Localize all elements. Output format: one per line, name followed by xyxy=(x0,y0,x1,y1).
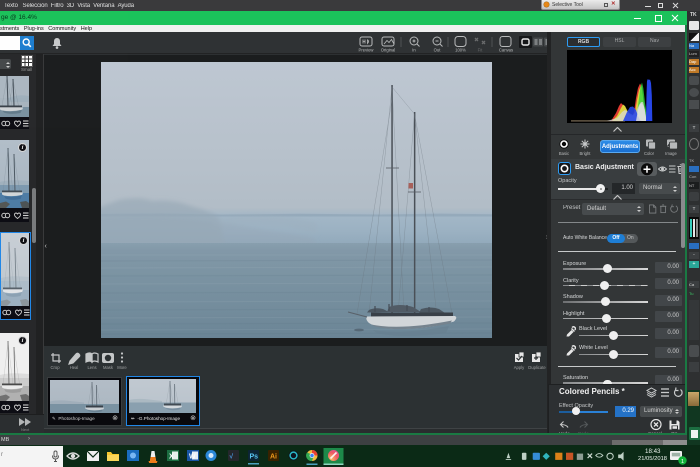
svg-text:Image: Image xyxy=(665,151,677,156)
svg-text:100%: 100% xyxy=(455,48,466,53)
svg-text:Basic: Basic xyxy=(559,151,569,156)
svg-text:Preview: Preview xyxy=(359,48,375,53)
svg-text:Heal: Heal xyxy=(70,365,79,370)
svg-text:Crop: Crop xyxy=(50,365,60,370)
svg-text:Fit: Fit xyxy=(478,48,483,53)
svg-text:W: W xyxy=(189,454,196,461)
svg-text:Out: Out xyxy=(434,48,442,53)
svg-text:Mask: Mask xyxy=(103,365,114,370)
svg-text:Duplicate: Duplicate xyxy=(528,365,546,370)
svg-text:Ai: Ai xyxy=(270,454,277,461)
svg-text:In: In xyxy=(412,48,416,53)
svg-text:Bright: Bright xyxy=(580,151,592,156)
svg-text:More: More xyxy=(117,365,127,370)
svg-text:Lens: Lens xyxy=(87,365,96,370)
svg-text:√: √ xyxy=(230,453,234,461)
svg-text:Color: Color xyxy=(644,151,655,156)
svg-text:1: 1 xyxy=(681,459,684,465)
svg-text:Apply: Apply xyxy=(514,365,525,370)
svg-text:Original: Original xyxy=(381,48,395,53)
svg-text:X: X xyxy=(169,454,174,461)
svg-text:Canvas: Canvas xyxy=(499,48,513,53)
svg-text:Ps: Ps xyxy=(250,454,259,461)
